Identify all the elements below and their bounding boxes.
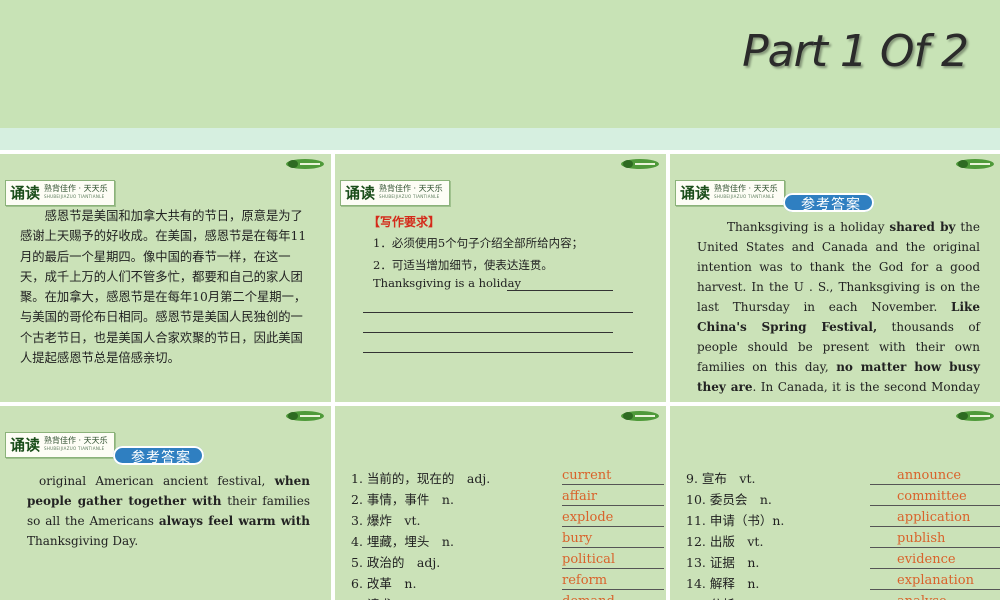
badge-pinyin: SHUBEIJIAZUO TIANTIANLE xyxy=(44,194,105,199)
vocab-answer: explanation xyxy=(897,573,974,588)
recite-badge: 诵读 熟背佳作 · 天天乐 SHUBEIJIAZUO TIANTIANLE xyxy=(5,180,115,206)
vocab-item: 13. 证据 n. xyxy=(686,555,760,570)
slide-header: Part 1 Of 2 xyxy=(0,0,1000,128)
vocab-answer: bury xyxy=(562,531,593,546)
vocab-blank-line xyxy=(870,526,1000,527)
recite-badge: 诵读 熟背佳作 · 天天乐 SHUBEIJIAZUO TIANTIANLE xyxy=(5,432,115,458)
requirement-item-2: 2．可适当增加细节，使表达连贯。 xyxy=(373,258,553,272)
slide-thumbnail-3[interactable]: 诵读 熟背佳作 · 天天乐 SHUBEIJIAZUO TIANTIANLE 参考… xyxy=(670,154,1000,402)
vocab-blank-line xyxy=(870,589,1000,590)
badge-subtitle: 熟背佳作 · 天天乐 xyxy=(379,184,443,193)
badge-label: 诵读 xyxy=(345,184,376,202)
writing-prompt: Thanksgiving is a holiday xyxy=(373,276,521,290)
slide-thumbnail-4[interactable]: 诵读 熟背佳作 · 天天乐 SHUBEIJIAZUO TIANTIANLE 参考… xyxy=(0,406,331,600)
vocab-answer: explode xyxy=(562,510,614,525)
vocab-item: 7. 请求 vt. xyxy=(351,594,420,600)
corner-logo-icon xyxy=(286,411,324,421)
vocab-blank-line xyxy=(870,505,1000,506)
vocab-blank-line xyxy=(870,547,1000,548)
badge-subtitle: 熟背佳作 · 天天乐 xyxy=(44,436,108,445)
vocab-blank-line xyxy=(562,526,664,527)
vocab-blank-line xyxy=(562,568,664,569)
writing-requirements-title: 【写作要求】 xyxy=(368,215,441,229)
answer-tag-label: 参考答案 xyxy=(131,450,191,466)
corner-logo-icon xyxy=(286,159,324,169)
corner-logo-icon xyxy=(956,159,994,169)
vocab-item: 11. 申请（书）n. xyxy=(686,513,785,528)
vocab-answer: evidence xyxy=(897,552,956,567)
answer-blank-line xyxy=(363,352,633,353)
badge-subtitle: 熟背佳作 · 天天乐 xyxy=(714,184,778,193)
english-passage: Thanksgiving is a holiday shared by the … xyxy=(697,220,980,402)
vocab-answer: announce xyxy=(897,468,962,483)
vocab-item: 3. 爆炸 vt. xyxy=(351,513,421,528)
vocab-answer: publish xyxy=(897,531,946,546)
slide-thumbnail-2[interactable]: 诵读 熟背佳作 · 天天乐 SHUBEIJIAZUO TIANTIANLE 【写… xyxy=(335,154,666,402)
badge-label: 诵读 xyxy=(10,436,41,454)
answer-blank-line xyxy=(507,290,613,291)
vocab-blank-line xyxy=(870,484,1000,485)
corner-logo-icon xyxy=(956,411,994,421)
vocab-item: 14. 解释 n. xyxy=(686,576,760,591)
vocab-item: 12. 出版 vt. xyxy=(686,534,764,549)
vocab-item: 6. 改革 n. xyxy=(351,576,417,591)
vocab-blank-line xyxy=(870,568,1000,569)
corner-logo-icon xyxy=(621,411,659,421)
slide-thumbnail-6[interactable]: 9. 宣布 vt. announce 10. 委员会 n. committee 11. … xyxy=(670,406,1000,600)
vocab-item: 4. 埋藏，埋头 n. xyxy=(351,534,454,549)
answer-tag: 参考答案 xyxy=(113,446,204,466)
recite-badge: 诵读 熟背佳作 · 天天乐 SHUBEIJIAZUO TIANTIANLE xyxy=(340,180,450,206)
badge-pinyin: SHUBEIJIAZUO TIANTIANLE xyxy=(714,194,775,199)
vocab-answer: affair xyxy=(562,489,598,504)
vocab-answer: current xyxy=(562,468,612,483)
answer-tag: 参考答案 xyxy=(783,193,874,213)
slide-thumbnail-1[interactable]: 诵读 熟背佳作 · 天天乐 SHUBEIJIAZUO TIANTIANLE 感恩… xyxy=(0,154,331,402)
vocab-item: 1. 当前的，现在的 adj. xyxy=(351,471,491,486)
vocab-answer: analyse xyxy=(897,594,947,600)
vocab-answer: application xyxy=(897,510,971,525)
slide-thumbnail-5[interactable]: 1. 当前的，现在的 adj. current 2. 事情，事件 n. affair 3… xyxy=(335,406,666,600)
answer-blank-line xyxy=(363,312,633,313)
badge-label: 诵读 xyxy=(680,184,711,202)
vocab-answer: committee xyxy=(897,489,967,504)
vocab-answer: demand xyxy=(562,594,615,600)
recite-badge: 诵读 熟背佳作 · 天天乐 SHUBEIJIAZUO TIANTIANLE xyxy=(675,180,785,206)
vocab-answer: reform xyxy=(562,573,608,588)
vocab-answer: political xyxy=(562,552,616,567)
header-band xyxy=(0,128,1000,150)
badge-pinyin: SHUBEIJIAZUO TIANTIANLE xyxy=(379,194,440,199)
answer-blank-line xyxy=(363,332,613,333)
vocab-blank-line xyxy=(562,484,664,485)
vocab-item: 10. 委员会 n. xyxy=(686,492,772,507)
answer-tag-label: 参考答案 xyxy=(801,197,861,213)
badge-pinyin: SHUBEIJIAZUO TIANTIANLE xyxy=(44,446,105,451)
corner-logo-icon xyxy=(621,159,659,169)
chinese-passage: 感恩节是美国和加拿大共有的节日，原意是为了感谢上天赐予的好收成。在美国，感恩节是… xyxy=(20,209,307,366)
requirement-item-1: 1．必须使用5个句子介绍全部所给内容； xyxy=(373,236,584,250)
page-title: Part 1 Of 2 xyxy=(742,26,969,77)
badge-subtitle: 熟背佳作 · 天天乐 xyxy=(44,184,108,193)
vocab-blank-line xyxy=(562,505,664,506)
vocab-item: 9. 宣布 vt. xyxy=(686,471,756,486)
vocab-item: 5. 政治的 adj. xyxy=(351,555,441,570)
vocab-blank-line xyxy=(562,547,664,548)
badge-label: 诵读 xyxy=(10,184,41,202)
vocab-blank-line xyxy=(562,589,664,590)
vocab-item: 2. 事情，事件 n. xyxy=(351,492,454,507)
english-passage: original American ancient festival, when… xyxy=(27,474,310,548)
vocab-item: 15. 分析 vt. xyxy=(686,594,763,600)
